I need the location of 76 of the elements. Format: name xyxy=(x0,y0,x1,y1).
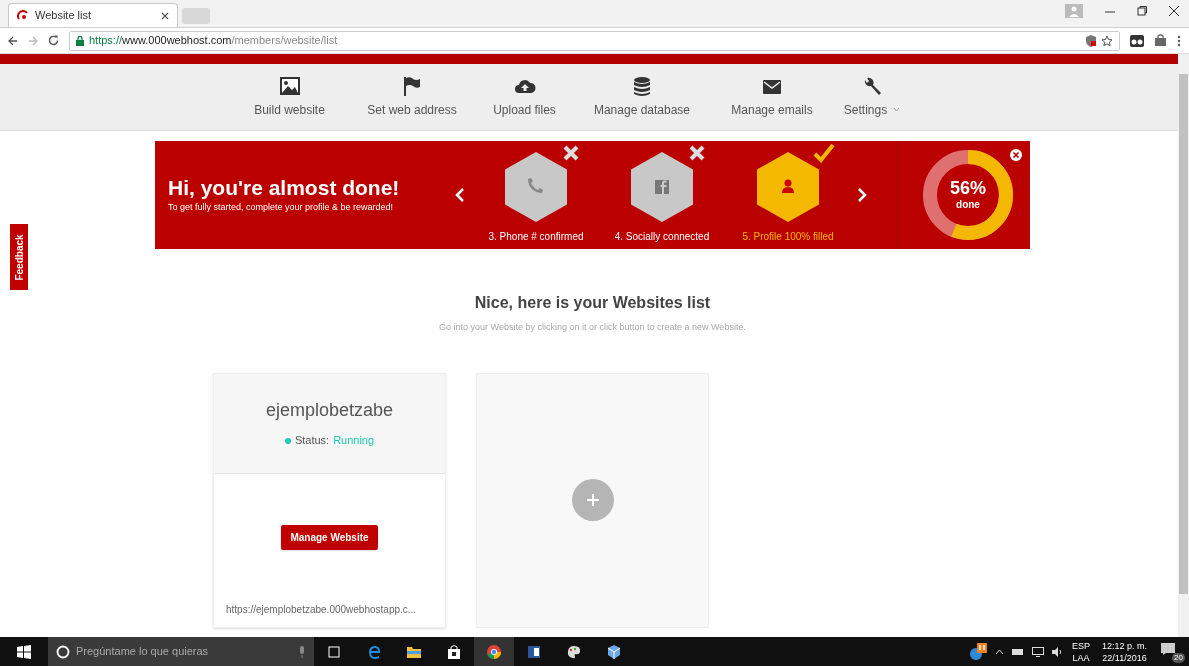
step-label: 5. Profile 100% filled xyxy=(742,229,834,244)
browser-tab[interactable]: Website list xyxy=(8,3,178,27)
check-icon xyxy=(813,142,835,163)
chevron-right-icon[interactable] xyxy=(857,187,867,203)
nav-label: Build website xyxy=(254,101,325,119)
nav-item[interactable]: Set web address xyxy=(347,75,477,119)
banner-title: Hi, you're almost done! xyxy=(168,175,401,202)
logo-icon xyxy=(17,9,29,22)
feedback-tab[interactable]: Feedback xyxy=(10,224,28,290)
manage-website-button[interactable]: Manage Website xyxy=(281,525,378,550)
extension-icon[interactable] xyxy=(1154,34,1167,47)
progress-percent: 56% xyxy=(950,178,986,197)
clock-date[interactable]: 22/11/2016 xyxy=(1102,651,1147,664)
network-icon[interactable] xyxy=(1031,646,1044,657)
close-icon[interactable] xyxy=(1010,149,1022,161)
message-icon xyxy=(1161,642,1175,655)
page-heading: Nice, here is your Websites list xyxy=(474,293,711,313)
website-name: ejemplobetzabe xyxy=(265,399,394,423)
star-icon[interactable] xyxy=(1101,34,1113,47)
status-value: Running xyxy=(333,433,375,449)
nav-label: Manage database xyxy=(593,101,691,119)
nav-item[interactable]: Manage emails xyxy=(712,75,832,119)
nav-item[interactable]: Settings xyxy=(832,75,912,119)
shield-icon[interactable] xyxy=(1086,34,1096,47)
step-label: 3. Phone # confirmed xyxy=(488,229,584,244)
website-url: https://ejemplobetzabe.000webhostapp.c... xyxy=(225,602,418,617)
nav-item[interactable]: Manage database xyxy=(572,75,712,119)
tab-title: Website list xyxy=(35,8,93,24)
cross-icon xyxy=(563,144,579,161)
cube-icon[interactable] xyxy=(606,643,622,660)
close-icon xyxy=(161,11,169,20)
nav-label: Upload files xyxy=(493,101,556,119)
menu-icon[interactable] xyxy=(1177,34,1181,47)
nav-item[interactable]: Upload files xyxy=(477,75,572,119)
database-icon xyxy=(631,75,653,97)
step-label: 4. Socially connected xyxy=(614,229,710,244)
url-text: https://www.000webhost.com/members/website/list xyxy=(89,33,339,49)
reload-icon[interactable] xyxy=(48,35,59,46)
search-placeholder: Pregúntame lo que quieras xyxy=(76,644,210,660)
scrollbar[interactable] xyxy=(1178,54,1189,637)
task-view-icon[interactable] xyxy=(326,643,342,660)
language-code[interactable]: ESP xyxy=(1071,639,1090,652)
nav-label: Set web address xyxy=(367,101,457,119)
chevron-up-icon[interactable] xyxy=(994,648,1004,655)
chrome-icon[interactable] xyxy=(486,643,502,660)
speaker-icon[interactable] xyxy=(1051,646,1064,657)
document-icon[interactable] xyxy=(526,643,542,660)
nav-label: Manage emails xyxy=(731,101,813,119)
lock-icon xyxy=(76,35,84,46)
close-icon[interactable] xyxy=(1169,6,1179,16)
microphone-icon xyxy=(298,645,306,658)
windows-icon[interactable] xyxy=(17,644,31,659)
nav-label: Settings xyxy=(843,101,888,119)
restore-icon[interactable] xyxy=(1137,6,1147,16)
nav-item[interactable]: Build website xyxy=(232,75,347,119)
chevron-left-icon[interactable] xyxy=(455,187,465,203)
alert-icon[interactable] xyxy=(968,642,987,661)
keyboard-layout[interactable]: LAA xyxy=(1072,651,1090,664)
back-icon[interactable] xyxy=(8,35,18,46)
palette-icon[interactable] xyxy=(566,643,582,660)
browser-icon[interactable] xyxy=(366,643,382,660)
page-subheading: Go into your Website by clicking on it or click button to create a new Website. xyxy=(439,321,746,334)
image-icon xyxy=(278,75,301,97)
store-icon[interactable] xyxy=(446,643,462,660)
clock-time[interactable]: 12:12 p. m. xyxy=(1101,639,1147,652)
flag-icon xyxy=(401,75,423,97)
progress-label: done xyxy=(956,197,980,212)
address-bar[interactable]: https://www.000webhost.com/members/website/list xyxy=(69,30,1120,51)
search-field[interactable]: Pregúntame lo que quieras xyxy=(48,637,314,666)
status-label: Status: xyxy=(294,433,330,449)
banner-subtitle: To get fully started, complete your profile & be rewarded! xyxy=(168,201,395,215)
cortana-icon xyxy=(56,644,70,659)
website-card[interactable]: ejemplobetzabe Status: Running Manage Website https://ejemplobetzabe.000webhostapp.c... xyxy=(213,372,446,628)
notification-count: 20 xyxy=(1172,652,1185,663)
extension-icon[interactable] xyxy=(1130,34,1144,47)
cross-icon xyxy=(689,144,705,161)
